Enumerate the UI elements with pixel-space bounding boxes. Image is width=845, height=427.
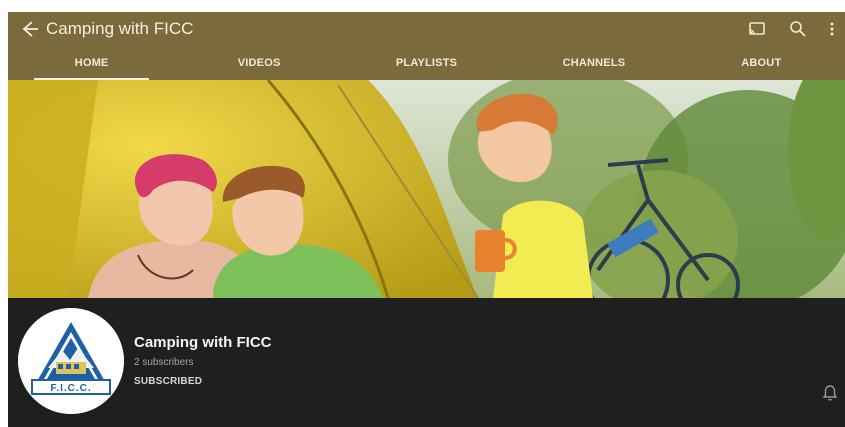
top-bar: Camping with FICC [8,12,845,46]
tab-home[interactable]: HOME [8,46,175,80]
search-icon[interactable] [787,18,809,40]
ficc-logo: F.I.C.C. [18,308,124,414]
channel-name: Camping with FICC [134,334,272,351]
banner-photo [8,80,845,298]
more-vertical-icon[interactable] [821,18,843,40]
page-title: Camping with FICC [46,19,194,38]
tab-about[interactable]: ABOUT [678,46,845,80]
tab-bar: HOME VIDEOS PLAYLISTS CHANNELS ABOUT [8,46,845,80]
back-arrow-icon[interactable] [18,18,40,40]
app-window: Camping with FICC HOME VIDEOS PLAYLISTS … [8,12,845,427]
subscribed-button[interactable]: SUBSCRIBED [134,376,202,387]
bell-icon[interactable] [821,384,839,402]
tab-videos[interactable]: VIDEOS [175,46,342,80]
subscriber-count: 2 subscribers [134,357,194,368]
tab-channels[interactable]: CHANNELS [510,46,677,80]
app-bar: Camping with FICC HOME VIDEOS PLAYLISTS … [8,12,845,80]
svg-text:F.I.C.C.: F.I.C.C. [50,383,91,394]
tab-playlists[interactable]: PLAYLISTS [343,46,510,80]
channel-info: F.I.C.C. Camping with FICC 2 subscribers… [8,298,845,427]
channel-banner [8,80,845,298]
cast-icon[interactable] [746,18,768,40]
channel-avatar[interactable]: F.I.C.C. [18,308,124,414]
